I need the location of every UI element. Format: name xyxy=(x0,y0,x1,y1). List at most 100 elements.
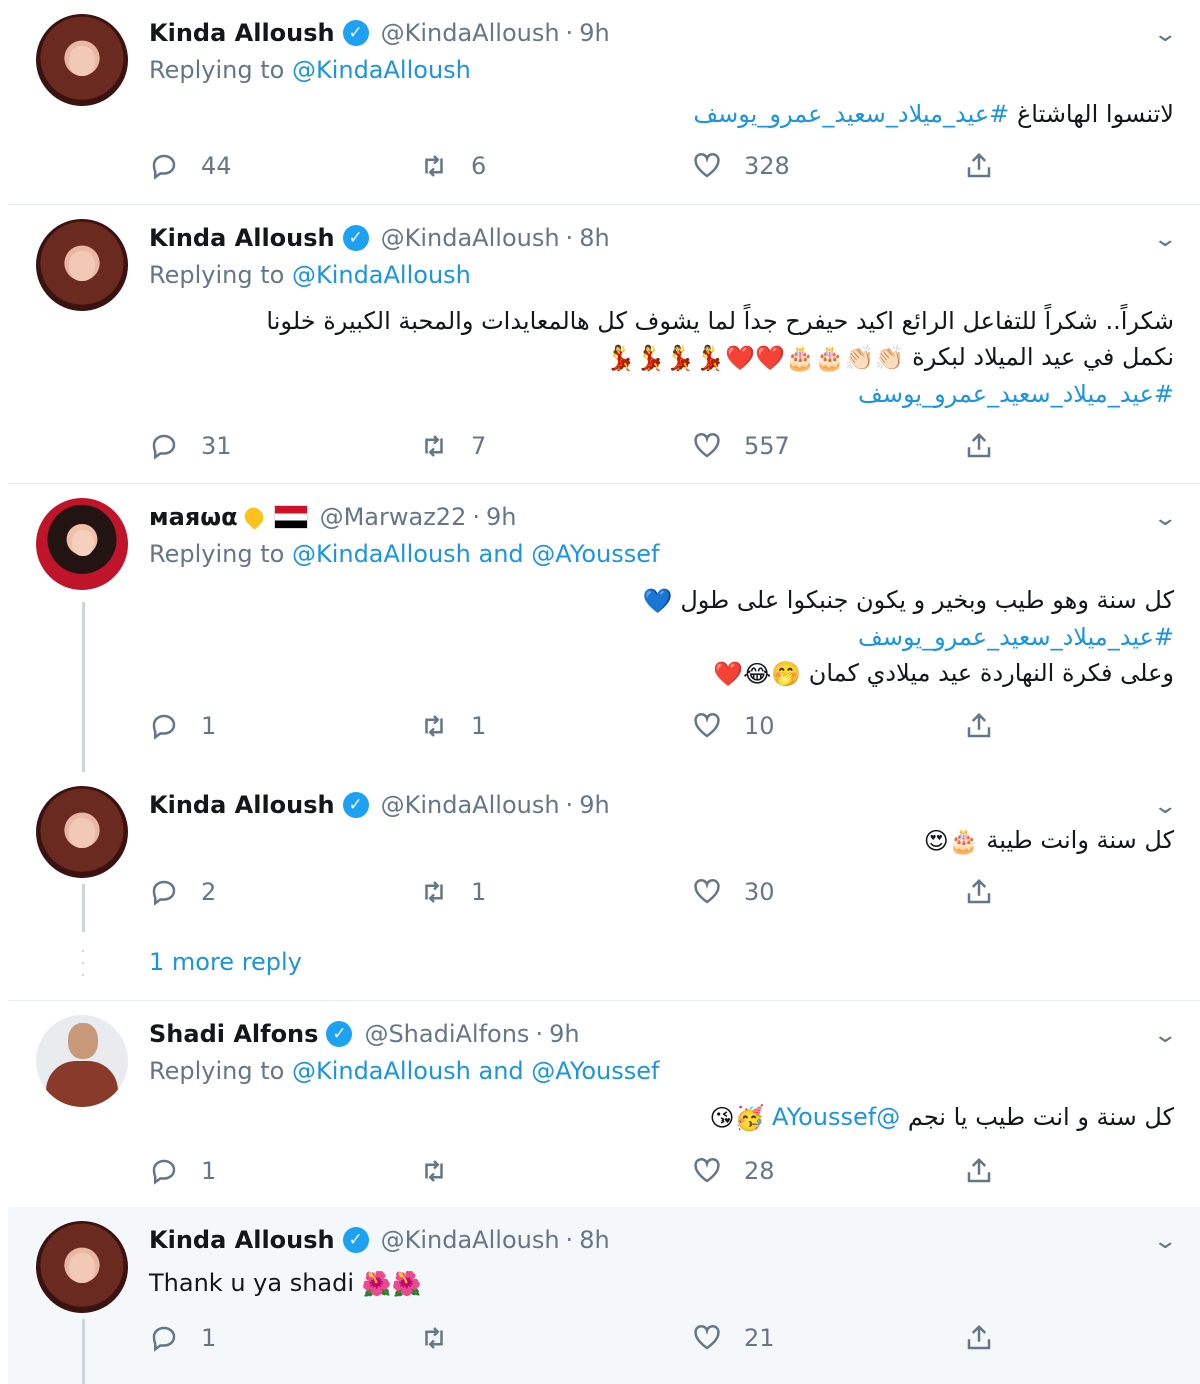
tweet-header: Kinda Alloush ✓ @KindaAlloush · 8h xyxy=(149,1223,610,1257)
tweet[interactable]: Shadi Alfons ✓ @ShadiAlfons · 9h ⌄ Reply… xyxy=(8,1001,1200,1207)
share-button[interactable] xyxy=(964,872,994,912)
like-button[interactable]: 28 xyxy=(692,1151,775,1191)
display-name[interactable]: Kinda Alloush xyxy=(149,791,335,819)
reply-button[interactable]: 44 xyxy=(149,146,232,186)
replying-to: Replying to @KindaAlloush and @AYoussef xyxy=(149,540,659,568)
avatar[interactable] xyxy=(36,786,128,878)
chevron-down-icon[interactable]: ⌄ xyxy=(1152,22,1178,47)
text-line: شكراً.. شكراً للتفاعل الرائع اكيد حيفرح … xyxy=(266,307,1174,335)
reply-button[interactable]: 1 xyxy=(149,706,216,746)
username[interactable]: @ShadiAlfons xyxy=(364,1020,529,1048)
reply-icon xyxy=(152,1159,176,1185)
like-button[interactable]: 328 xyxy=(692,146,790,186)
timestamp[interactable]: 9h xyxy=(579,19,609,47)
share-button[interactable] xyxy=(964,1318,994,1358)
hashtag-link[interactable]: #عيد_ميلاد_سعيد_عمرو_يوسف xyxy=(149,376,1174,412)
tweet-actions: 2 1 30 xyxy=(149,872,1009,912)
retweet-count: 7 xyxy=(471,432,487,460)
text-segment: كل سنة وهو طيب وبخير و يكون جنبكوا على ط… xyxy=(680,586,1174,614)
tweet[interactable]: Kinda Alloush ✓ @KindaAlloush · 8h ⌄ Rep… xyxy=(8,205,1200,484)
hashtag-link[interactable]: #عيد_ميلاد_سعيد_عمرو_يوسف xyxy=(693,100,1009,128)
emoji-group: 🥳😘 xyxy=(709,1104,765,1132)
tweet-highlighted[interactable]: Kinda Alloush ✓ @KindaAlloush · 8h ⌄ Tha… xyxy=(8,1207,1200,1384)
tweet[interactable]: маяωα @Marwaz22 · 9h ⌄ Replying to @Kind… xyxy=(8,484,1200,772)
tweet[interactable]: Kinda Alloush ✓ @KindaAlloush · 9h ⌄ كل … xyxy=(8,772,1200,932)
avatar[interactable] xyxy=(36,498,128,590)
display-name[interactable]: маяωα xyxy=(149,503,238,531)
retweet-button[interactable]: 7 xyxy=(419,426,486,466)
retweet-count: 1 xyxy=(471,878,487,906)
chevron-down-icon[interactable]: ⌄ xyxy=(1152,1229,1178,1254)
reply-button[interactable]: 1 xyxy=(149,1151,216,1191)
display-name[interactable]: Kinda Alloush xyxy=(149,1226,335,1254)
chevron-down-icon[interactable]: ⌄ xyxy=(1152,1023,1178,1048)
hashtag-link[interactable]: #عيد_ميلاد_سعيد_عمرو_يوسف xyxy=(149,619,1174,655)
username[interactable]: @KindaAlloush xyxy=(381,19,560,47)
avatar-head xyxy=(68,1023,98,1059)
more-replies-link[interactable]: 1 more reply xyxy=(149,948,302,976)
share-button[interactable] xyxy=(964,706,994,746)
chevron-down-icon[interactable]: ⌄ xyxy=(1152,794,1178,819)
tweet-actions: 44 6 328 xyxy=(149,146,1009,186)
avatar[interactable] xyxy=(36,1221,128,1313)
reply-count: 1 xyxy=(201,1324,217,1352)
separator: · xyxy=(472,503,480,531)
username[interactable]: @KindaAlloush xyxy=(381,224,560,252)
tweet-header: маяωα @Marwaz22 · 9h xyxy=(149,500,516,534)
tweet[interactable]: Kinda Alloush ✓ @KindaAlloush · 9h ⌄ Rep… xyxy=(8,0,1200,205)
verified-badge-icon: ✓ xyxy=(342,225,369,251)
chevron-down-icon[interactable]: ⌄ xyxy=(1152,227,1178,252)
timestamp[interactable]: 9h xyxy=(549,1020,579,1048)
reply-button[interactable]: 1 xyxy=(149,1318,216,1358)
timestamp[interactable]: 9h xyxy=(579,791,609,819)
chevron-down-icon[interactable]: ⌄ xyxy=(1152,506,1178,531)
username[interactable]: @KindaAlloush xyxy=(381,791,560,819)
avatar[interactable] xyxy=(36,219,128,311)
separator: · xyxy=(565,791,574,819)
tweet-actions: 1 21 xyxy=(149,1318,1009,1358)
avatar[interactable] xyxy=(36,1015,128,1107)
display-name[interactable]: Kinda Alloush xyxy=(149,19,335,47)
reply-count: 44 xyxy=(201,152,232,180)
share-button[interactable] xyxy=(964,426,994,466)
timestamp[interactable]: 9h xyxy=(486,503,516,531)
username[interactable]: @Marwaz22 xyxy=(320,503,467,531)
replying-to-link[interactable]: @KindaAlloush xyxy=(292,56,471,84)
retweet-icon xyxy=(425,435,443,457)
timestamp[interactable]: 8h xyxy=(579,224,609,252)
like-button[interactable]: 557 xyxy=(692,426,790,466)
like-button[interactable]: 10 xyxy=(692,706,775,746)
replying-to-link[interactable]: @KindaAlloush and @AYoussef xyxy=(292,1057,659,1085)
tweet-actions: 31 7 557 xyxy=(149,426,1009,466)
share-button[interactable] xyxy=(964,146,994,186)
reply-button[interactable]: 31 xyxy=(149,426,232,466)
separator: · xyxy=(565,1226,574,1254)
username[interactable]: @KindaAlloush xyxy=(381,1226,560,1254)
mention-link[interactable]: @AYoussef xyxy=(772,1103,900,1131)
retweet-button[interactable] xyxy=(419,1151,471,1191)
retweet-button[interactable]: 1 xyxy=(419,706,486,746)
reply-button[interactable]: 2 xyxy=(149,872,216,912)
like-button[interactable]: 30 xyxy=(692,872,775,912)
avatar[interactable] xyxy=(36,14,128,106)
replying-to-link[interactable]: @KindaAlloush xyxy=(292,261,471,289)
display-name[interactable]: Shadi Alfons xyxy=(149,1020,318,1048)
tweet-actions: 1 1 10 xyxy=(149,706,1009,746)
replying-prefix: Replying to xyxy=(149,1057,285,1085)
avatar-body xyxy=(46,1061,118,1107)
retweet-button[interactable]: 6 xyxy=(419,146,486,186)
retweet-button[interactable]: 1 xyxy=(419,872,486,912)
retweet-button[interactable] xyxy=(419,1318,471,1358)
text-segment: Thank u ya shadi xyxy=(149,1269,355,1297)
text-line: كل سنة وهو طيب وبخير و يكون جنبكوا على ط… xyxy=(149,582,1174,619)
heart-icon xyxy=(694,1157,720,1183)
replying-to-link[interactable]: @KindaAlloush and @AYoussef xyxy=(292,540,659,568)
timestamp[interactable]: 8h xyxy=(579,1226,609,1254)
display-name[interactable]: Kinda Alloush xyxy=(149,224,335,252)
like-count: 30 xyxy=(744,878,775,906)
share-icon xyxy=(967,152,991,178)
text-segment: كل سنة و انت طيب يا نجم xyxy=(907,1103,1174,1131)
share-button[interactable] xyxy=(964,1151,994,1191)
like-button[interactable]: 21 xyxy=(692,1318,775,1358)
heart-icon xyxy=(694,432,720,458)
